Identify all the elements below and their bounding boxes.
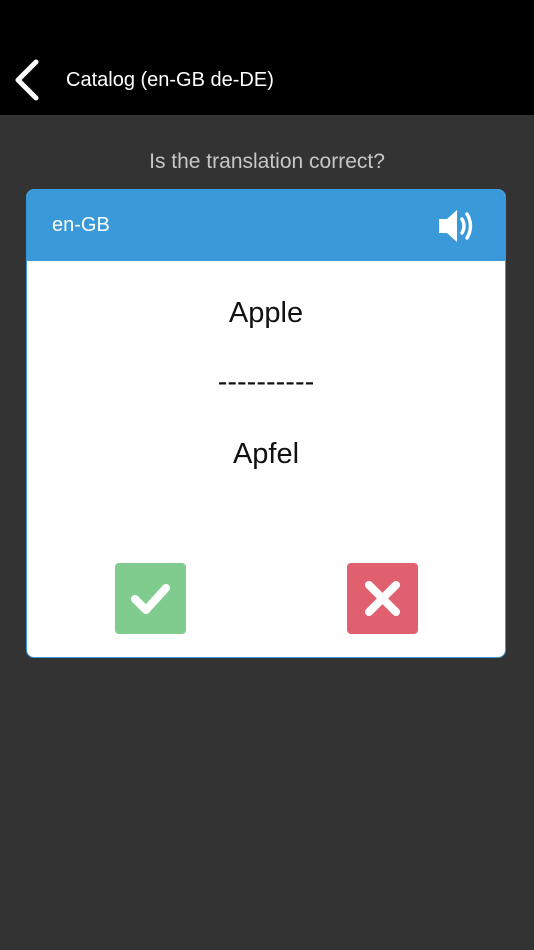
flashcard: en-GB Apple ---------- Apfel <box>26 189 506 658</box>
question-prompt: Is the translation correct? <box>149 150 385 173</box>
word-divider: ---------- <box>217 366 315 398</box>
target-word: Apfel <box>232 438 300 470</box>
navigation-bar: Catalog (en-GB de-DE) <box>0 0 534 115</box>
close-icon <box>347 563 418 634</box>
speaker-icon <box>437 210 479 250</box>
wrong-button[interactable] <box>347 563 418 634</box>
card-language-label: en-GB <box>52 214 110 236</box>
card-header: en-GB <box>27 190 505 261</box>
check-icon <box>115 563 186 634</box>
source-word: Apple <box>228 297 304 329</box>
page-title: Catalog (en-GB de-DE) <box>66 69 274 91</box>
correct-button[interactable] <box>115 563 186 634</box>
chevron-left-icon <box>6 56 50 104</box>
speak-button[interactable] <box>437 206 479 246</box>
back-button[interactable] <box>6 56 50 104</box>
